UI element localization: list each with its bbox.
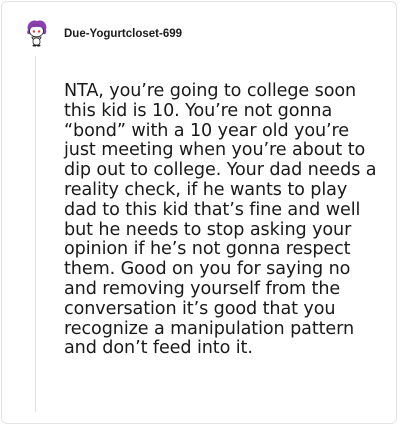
comment-author-username[interactable]: Due-Yogurtcloset-699 xyxy=(64,27,182,41)
comment-card: Due-Yogurtcloset-699 NTA, you’re going t… xyxy=(1,1,397,424)
comment-body-text: NTA, you’re going to college soon this k… xyxy=(64,81,377,359)
thread-collapse-line[interactable] xyxy=(35,56,36,412)
snoo-avatar-icon[interactable] xyxy=(21,18,51,48)
